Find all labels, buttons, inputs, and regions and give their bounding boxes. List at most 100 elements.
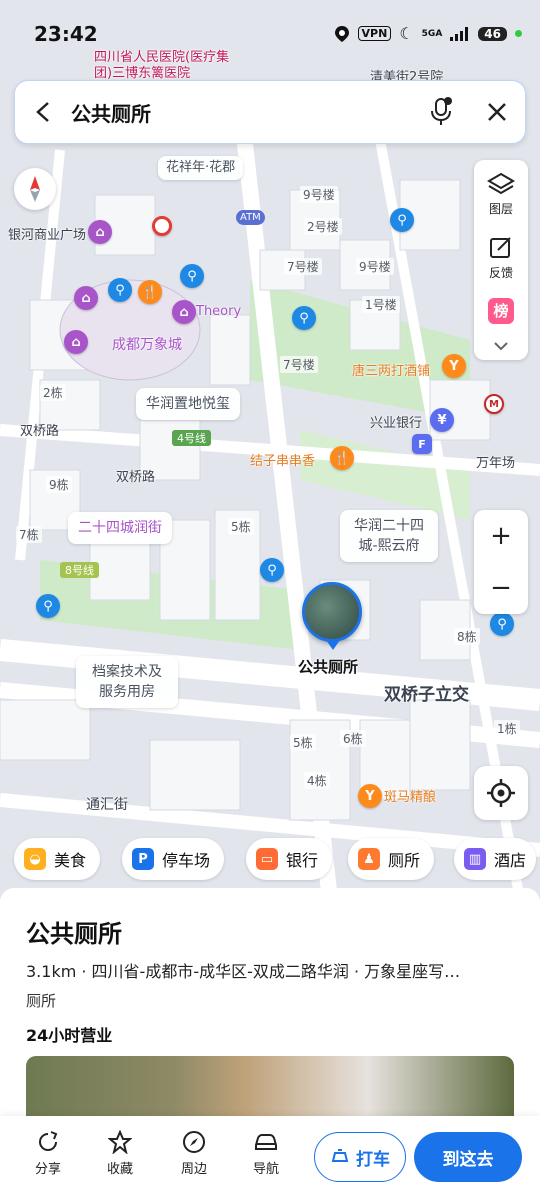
tangsan-label[interactable]: 唐三两打酒铺 [352,360,430,379]
xiyun-label[interactable]: 华润二十四城-熙云府 [340,510,438,562]
zoom-controls: + − [474,510,528,614]
yinhe-label[interactable]: 银河商业广场 [8,224,86,243]
toilet-poi-icon[interactable]: ⚲ [292,306,316,330]
go-here-button[interactable]: 到这去 [414,1132,522,1182]
signal-icon [450,26,469,41]
toilet-poi-icon[interactable]: ⚲ [260,558,284,582]
toilet-poi-icon[interactable]: ⚲ [108,278,132,302]
building-9b-label: 9号楼 [356,258,394,275]
chip-toilet[interactable]: ♟ 厕所 [348,838,435,880]
building-7a-label: 7号楼 [284,258,322,275]
share-button[interactable]: 分享 [18,1130,78,1177]
mixc-label[interactable]: 成都万象城 [112,334,182,354]
clear-search-button[interactable] [469,80,525,144]
ranking-button[interactable]: 榜 [474,298,528,324]
favorite-button[interactable]: 收藏 [90,1130,150,1177]
tonghui-road-label: 通汇街 [86,797,128,813]
close-icon [488,103,506,121]
building-5d2-label: 5栋 [290,734,316,751]
locate-me-button[interactable] [474,766,528,820]
chip-food[interactable]: ◒ 美食 [14,838,101,880]
toilet-icon: ♟ [358,848,380,870]
selected-place-marker[interactable] [302,582,362,642]
restaurant-poi-icon[interactable]: 🍴 [330,446,354,470]
yuexi-label[interactable]: 华润置地悦玺 [136,388,240,420]
layers-button[interactable]: 图层 [474,172,528,217]
network-label: 5GA [421,28,443,39]
status-bar: 23:42 VPN ☾ 5GA 46 [0,0,540,70]
status-icons: VPN ☾ 5GA 46 [334,24,522,43]
bar-poi-icon[interactable]: Y [442,354,466,378]
restaurant-poi-icon[interactable]: 🍴 [138,280,162,304]
building-5d-label: 5栋 [228,518,254,535]
bar-poi-icon[interactable]: Y [358,784,382,808]
toilet-poi-icon[interactable]: ⚲ [490,612,514,636]
huayang-label[interactable]: 花祥年·花郡 [158,156,244,180]
shuangqiao-road-1: 双桥路 [20,424,60,439]
search-bar[interactable]: 公共厕所 [14,80,526,144]
theory-label[interactable]: Theory [196,304,241,319]
chevron-down-icon [494,342,508,351]
shop-poi-icon[interactable]: ⌂ [172,300,196,324]
runjie-label[interactable]: 二十四城润街 [68,512,172,544]
crosshair-icon [487,779,515,807]
search-query[interactable]: 公共厕所 [71,98,413,127]
building-2-label: 2号楼 [304,218,342,235]
chip-bank[interactable]: ▭ 银行 [246,838,333,880]
nearby-label: 周边 [180,1162,207,1177]
ranking-icon: 榜 [488,298,514,324]
compass-outline-icon [183,1131,205,1153]
toilet-poi-icon[interactable]: ⚲ [180,264,204,288]
action-bar: 分享 收藏 周边 导航 打车 到这去 [0,1116,540,1200]
chip-parking[interactable]: P 停车场 [122,838,225,880]
taxi-icon [331,1149,349,1162]
go-here-label: 到这去 [442,1149,494,1170]
chip-bank-label: 银行 [286,851,319,870]
taxi-button[interactable]: 打车 [314,1132,406,1182]
wancheng-label[interactable]: 万年场 [476,452,515,471]
nearby-button[interactable]: 周边 [164,1130,224,1177]
shuangqiao-road-2: 双桥路 [116,470,156,485]
banma-label[interactable]: 斑马精酿 [384,786,436,805]
car-icon [255,1134,277,1150]
expand-panel-button[interactable] [474,340,528,356]
feedback-button[interactable]: 反馈 [474,236,528,281]
toilet-poi-icon[interactable]: ⚲ [36,594,60,618]
back-button[interactable] [15,80,71,144]
archive-label[interactable]: 档案技术及服务用房 [76,656,178,708]
compass-icon[interactable] [14,168,56,210]
shop-poi-icon[interactable]: ⌂ [74,286,98,310]
jiezi-label[interactable]: 结子串串香 [250,450,315,469]
zoom-in-button[interactable]: + [474,510,528,562]
location-icon [334,25,349,42]
voice-search-button[interactable] [413,80,469,144]
toilet-poi-icon[interactable]: ⚲ [390,208,414,232]
navigate-label: 导航 [252,1162,279,1177]
shop-poi-icon[interactable]: ⌂ [64,330,88,354]
atm-label[interactable]: ATM [236,210,265,225]
chip-parking-label: 停车场 [162,851,211,870]
building-6d-label: 6栋 [340,730,366,747]
star-icon [108,1130,132,1154]
bank-poi-icon[interactable]: ¥ [430,408,454,432]
privacy-indicator [515,30,522,37]
battery-badge: 46 [478,26,507,41]
no-entry-icon [152,216,172,236]
parking-icon: P [132,848,154,870]
navigate-button[interactable]: 导航 [236,1130,296,1177]
category-chips: ◒ 美食 P 停车场 ▭ 银行 ♟ 厕所 ▥ 酒店 [0,838,540,884]
chip-hotel[interactable]: ▥ 酒店 [454,838,537,880]
map-side-panel: 图层 反馈 榜 [474,160,528,360]
taxi-label: 打车 [356,1149,390,1170]
selected-place-label[interactable]: 公共厕所 [298,656,358,677]
marker-pointer [326,640,340,650]
building-2d-label: 2栋 [40,384,66,401]
edit-icon [490,237,511,258]
zoom-out-button[interactable]: − [474,562,528,614]
xingye-label[interactable]: 兴业银行 [370,412,422,431]
favorite-label: 收藏 [106,1162,133,1177]
chip-hotel-label: 酒店 [494,851,527,870]
shop-poi-icon[interactable]: ⌂ [88,220,112,244]
metro-icon[interactable]: M [484,394,504,414]
facility-poi-icon[interactable]: F [412,434,432,454]
